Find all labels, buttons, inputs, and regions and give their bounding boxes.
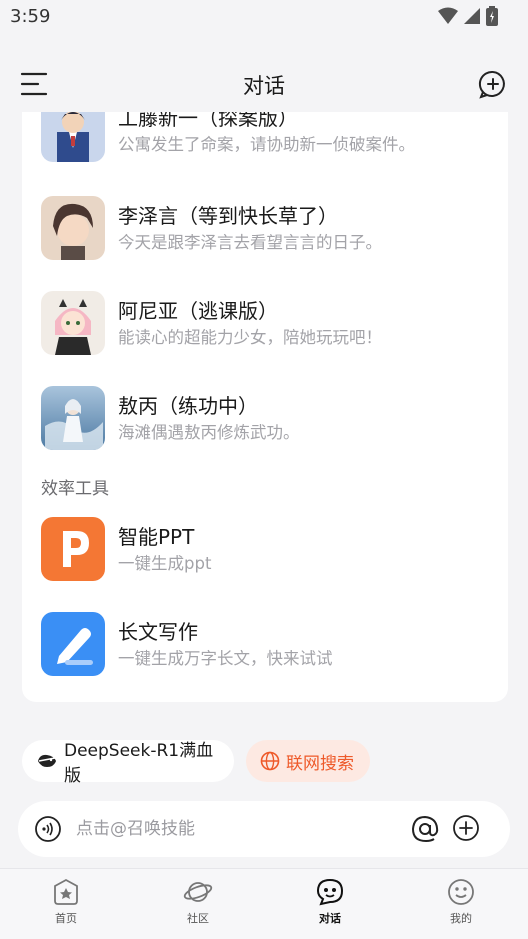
- plus-icon[interactable]: [452, 814, 480, 842]
- chat-input[interactable]: [76, 811, 396, 847]
- bottom-nav: 首页 社区 对话 我的: [0, 868, 528, 939]
- tool-item-long-writing[interactable]: 长文写作 一键生成万字长文，快来试试: [22, 608, 508, 680]
- character-item-kudo[interactable]: 工藤新一（探案版） 公寓发生了命案，请协助新一侦破案件。: [22, 112, 508, 166]
- app-screen: 3:59 对话 工藤新一（探案版） 公寓发生了命案，请协助新一侦破案件。 李泽言…: [0, 0, 528, 939]
- character-desc: 公寓发生了命案，请协助新一侦破案件。: [118, 135, 415, 154]
- character-title: 阿尼亚（逃课版）: [118, 299, 278, 323]
- li-zeyan-avatar-icon: [41, 196, 105, 260]
- avatar: [41, 196, 105, 260]
- tool-title: 长文写作: [118, 620, 198, 644]
- tools-section-label: 效率工具: [41, 479, 109, 499]
- tool-desc: 一键生成ppt: [118, 554, 212, 573]
- pen-tool-icon: [41, 612, 105, 676]
- character-desc: 能读心的超能力少女，陪她玩玩吧！: [118, 328, 382, 347]
- status-time: 3:59: [10, 6, 51, 27]
- smiley-icon: [448, 879, 474, 905]
- character-desc: 海滩偶遇敖丙修炼武功。: [118, 423, 300, 442]
- status-icons: [438, 6, 498, 26]
- anya-avatar-icon: [41, 291, 105, 355]
- at-mention-icon[interactable]: [410, 814, 440, 844]
- nav-profile-label: 我的: [450, 912, 472, 925]
- web-search-chip[interactable]: 联网搜索: [246, 740, 370, 782]
- globe-icon: [260, 751, 280, 771]
- signal-icon: [464, 8, 480, 24]
- ppt-tool-icon: [41, 517, 105, 581]
- chat-input-bar: [18, 801, 510, 857]
- new-chat-icon[interactable]: [478, 69, 508, 99]
- status-bar: 3:59: [0, 0, 528, 34]
- deepseek-whale-icon: [36, 752, 58, 770]
- character-title: 工藤新一（探案版）: [118, 112, 298, 130]
- avatar: [41, 112, 105, 162]
- voice-icon[interactable]: [34, 815, 62, 843]
- nav-chat-label: 对话: [319, 912, 341, 925]
- aobing-avatar-icon: [41, 386, 105, 450]
- character-title: 敖丙（练功中）: [118, 394, 258, 418]
- app-header: 对话: [0, 58, 528, 112]
- nav-chat[interactable]: 对话: [290, 875, 370, 935]
- web-search-chip-label: 联网搜索: [286, 753, 354, 774]
- tool-item-smart-ppt[interactable]: 智能PPT 一键生成ppt: [22, 513, 508, 585]
- tool-desc: 一键生成万字长文，快来试试: [118, 649, 333, 668]
- home-icon: [54, 878, 78, 905]
- nav-community-label: 社区: [187, 912, 209, 925]
- nav-home-label: 首页: [55, 912, 77, 925]
- battery-icon: [486, 6, 498, 26]
- deepseek-r1-chip[interactable]: DeepSeek-R1满血版: [22, 740, 234, 786]
- detective-avatar-icon: [41, 112, 105, 162]
- nav-home[interactable]: 首页: [26, 875, 106, 935]
- avatar: [41, 386, 105, 450]
- character-item-li-zeyan[interactable]: 李泽言（等到快长草了） 今天是跟李泽言去看望言言的日子。: [22, 192, 508, 264]
- character-item-anya[interactable]: 阿尼亚（逃课版） 能读心的超能力少女，陪她玩玩吧！: [22, 287, 508, 359]
- character-item-aobing[interactable]: 敖丙（练功中） 海滩偶遇敖丙修炼武功。: [22, 382, 508, 454]
- deepseek-chip-label: DeepSeek-R1满血版: [64, 741, 214, 786]
- avatar: [41, 291, 105, 355]
- planet-icon: [183, 882, 213, 902]
- chat-bubble-icon: [316, 878, 344, 906]
- page-title: 对话: [243, 74, 285, 98]
- nav-profile[interactable]: 我的: [421, 875, 501, 935]
- tool-title: 智能PPT: [118, 525, 195, 549]
- conversation-list-card: 工藤新一（探案版） 公寓发生了命案，请协助新一侦破案件。 李泽言（等到快长草了）…: [22, 112, 508, 702]
- character-desc: 今天是跟李泽言去看望言言的日子。: [118, 233, 382, 252]
- character-title: 李泽言（等到快长草了）: [118, 204, 338, 228]
- wifi-icon: [438, 7, 458, 24]
- nav-community[interactable]: 社区: [158, 875, 238, 935]
